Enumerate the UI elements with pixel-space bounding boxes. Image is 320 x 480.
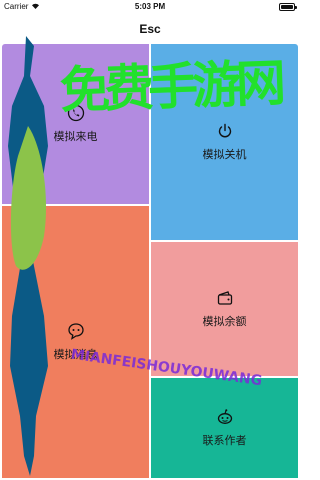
clock: 5:03 PM — [134, 2, 166, 11]
nav-bar: Esc — [0, 14, 300, 44]
tile-simulate-balance[interactable]: 模拟余额 — [151, 242, 298, 376]
tile-label: 模拟消息 — [53, 349, 98, 361]
tile-label: 联系作者 — [202, 435, 247, 447]
tile-simulate-shutdown[interactable]: 模拟关机 — [151, 44, 298, 240]
wallet-icon — [216, 289, 234, 307]
robot-icon — [216, 408, 234, 426]
tile-contact-author[interactable]: 联系作者 — [151, 378, 298, 478]
tile-simulate-message[interactable]: 模拟消息 — [2, 206, 149, 478]
power-icon — [216, 122, 234, 140]
tile-label: 模拟来电 — [53, 131, 98, 143]
page-title[interactable]: Esc — [139, 22, 160, 36]
phone-icon — [67, 104, 85, 122]
tile-label: 模拟关机 — [202, 149, 247, 161]
battery-icon — [279, 3, 297, 11]
status-bar: Carrier 5:03 PM — [0, 0, 300, 14]
tile-simulate-call[interactable]: 模拟来电 — [2, 44, 149, 204]
message-icon — [67, 322, 85, 340]
tile-label: 模拟余额 — [202, 316, 247, 328]
